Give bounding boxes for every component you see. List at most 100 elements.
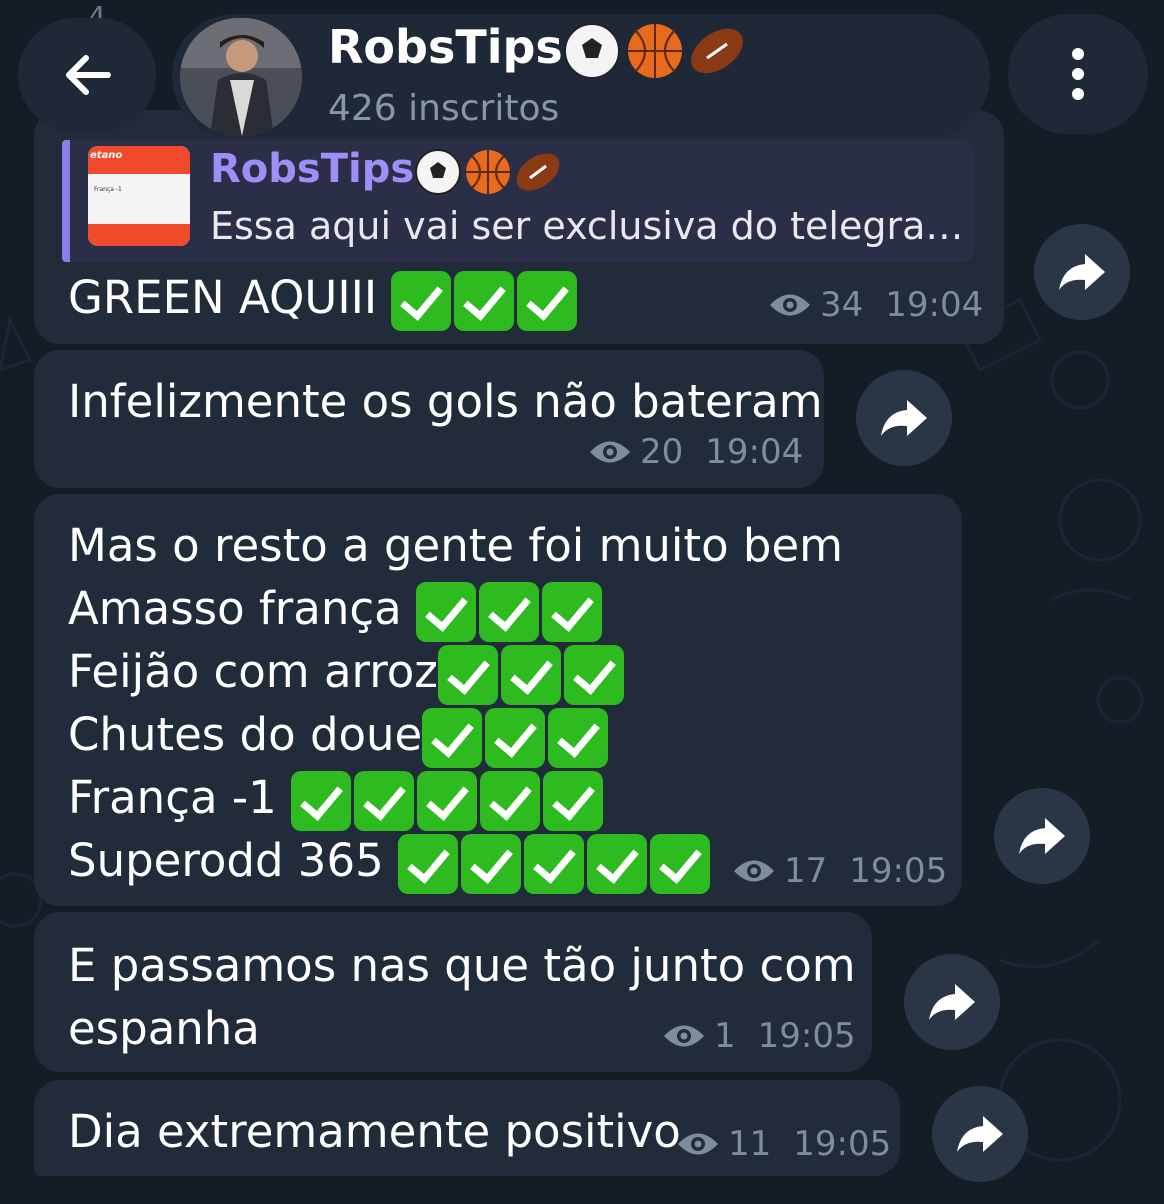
channel-avatar[interactable] [180,18,302,136]
check-group [416,582,605,642]
views-eye-icon [678,1133,718,1155]
forward-arrow-icon [881,400,927,436]
views-count: 20 [640,432,684,472]
forward-arrow-icon [929,984,975,1020]
message-text: Infelizmente os gols não bateram [68,370,823,433]
forward-button[interactable] [1034,224,1130,320]
more-options-button[interactable] [1008,14,1148,134]
check-group [391,271,580,331]
more-vertical-icon [1072,48,1084,100]
message-text: GREEN AQUIII [68,266,580,331]
message-time: 19:04 [705,432,804,472]
message-line: Infelizmente os gols não bateram [68,375,823,428]
check-emoji-icon [391,271,452,331]
thumb-brand: etano [90,150,123,161]
back-button[interactable] [18,18,156,132]
views-count: 11 [728,1124,772,1164]
views-count: 34 [820,285,864,325]
message-line-row: E passamos nas que tão junto com [68,934,856,997]
check-emoji-icon [500,645,561,705]
reply-thumbnail: etano França -1 [88,146,190,246]
message-line: GREEN AQUIII [68,271,378,324]
message-line: Mas o resto a gente foi muito bem [68,519,843,572]
reply-excerpt: Essa aqui vai ser exclusiva do telegra… [210,204,964,248]
american-football-icon [690,29,743,74]
check-emoji-icon [517,271,578,331]
check-emoji-icon [480,771,541,831]
forward-button[interactable] [904,954,1000,1050]
message-time: 19:05 [849,851,948,891]
views-count: 1 [714,1016,736,1056]
sport-emoji-row [563,21,749,81]
message-line-row: Amasso frança [68,577,605,642]
message-line: espanha [68,1002,260,1055]
check-emoji-icon [543,771,604,831]
check-emoji-icon [479,582,539,642]
check-emoji-icon [548,708,609,768]
views-eye-icon [734,860,774,882]
check-emoji-icon [485,708,546,768]
message-line: Chutes do doue [68,708,423,761]
check-emoji-icon [587,834,648,894]
message-meta: 20 19:04 [588,432,803,472]
message-line-row: Superodd 365 [68,829,713,894]
american-football-icon [516,153,560,190]
check-emoji-icon [437,645,498,705]
views-eye-icon [664,1025,704,1047]
check-emoji-icon [354,771,415,831]
message-meta: 11 19:05 [676,1124,891,1164]
sport-emoji-row [414,147,564,196]
back-arrow-icon [66,55,111,95]
check-emoji-icon [291,771,352,831]
soccer-ball-icon [415,148,462,195]
thumb-line: França -1 [94,186,122,193]
check-emoji-icon [542,582,602,642]
subscriber-count: 426 inscritos [328,88,560,129]
check-group [437,645,627,705]
check-emoji-icon [398,834,459,894]
check-emoji-icon [461,834,522,894]
message-line-row: Mas o resto a gente foi muito bem [68,514,843,577]
check-emoji-icon [454,271,515,331]
basketball-icon [466,149,511,194]
message-line: Amasso frança [68,582,402,635]
check-group [422,708,611,768]
message-time: 19:05 [793,1124,892,1164]
forward-button[interactable] [932,1086,1028,1182]
message-meta: 17 19:05 [732,851,947,891]
message-time: 19:04 [885,285,984,325]
message-meta: 34 19:04 [768,285,983,325]
channel-name-text: RobsTips [328,20,563,74]
forward-arrow-icon [957,1116,1003,1152]
message-line-row: Chutes do doue [68,703,611,768]
message-line-row: França -1 [68,766,606,831]
message-line-row: Dia extremamente positivo [68,1100,681,1163]
check-emoji-icon [422,708,483,768]
message-line: Feijão com arroz [68,645,438,698]
reply-author: RobsTips [210,146,564,196]
views-eye-icon [770,294,810,316]
check-emoji-icon [416,582,476,642]
forward-arrow-icon [1059,254,1105,290]
forward-button[interactable] [994,788,1090,884]
check-emoji-icon [417,771,478,831]
check-group [398,834,713,894]
forward-arrow-icon [1019,818,1065,854]
message-time: 19:05 [757,1016,856,1056]
reply-accent-bar [62,140,70,262]
channel-title: RobsTips [328,20,749,80]
soccer-ball-icon [563,23,620,80]
check-group [291,771,606,831]
views-eye-icon [590,441,630,463]
message-meta: 1 19:05 [662,1016,856,1056]
message-line-row: Feijão com arroz [68,640,627,705]
reply-author-name: RobsTips [210,146,415,192]
message-line: E passamos nas que tão junto com [68,939,856,992]
message-line: Superodd 365 [68,834,384,887]
check-emoji-icon [524,834,585,894]
message-line-row: espanha [68,997,260,1060]
basketball-icon [627,24,682,79]
message-line: Dia extremamente positivo [68,1105,681,1158]
message-line: França -1 [68,771,277,824]
forward-button[interactable] [856,370,952,466]
